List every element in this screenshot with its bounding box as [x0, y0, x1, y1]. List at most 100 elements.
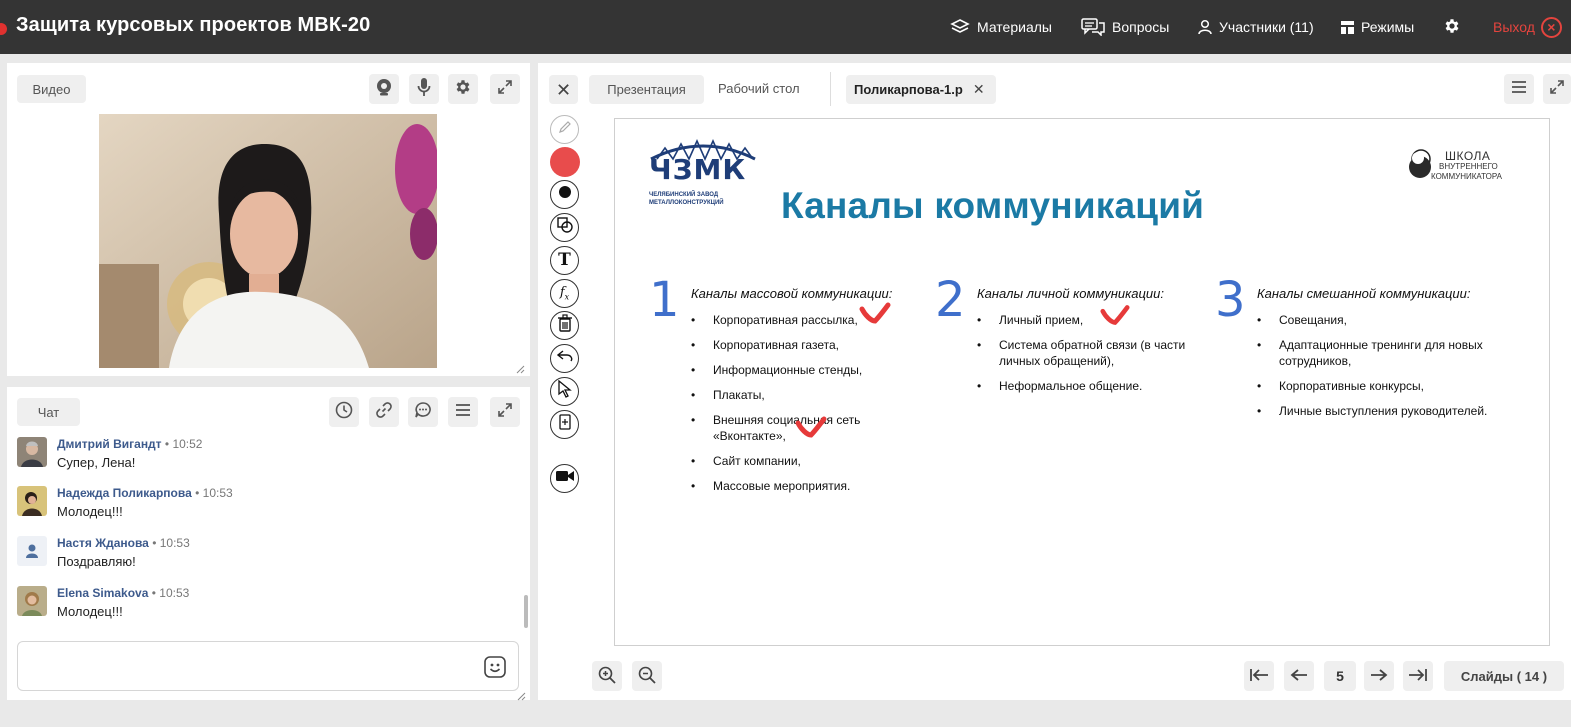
settings-button[interactable] — [1443, 0, 1461, 54]
list-item: Информационные стенды, — [691, 362, 931, 378]
video-settings-button[interactable] — [448, 74, 478, 104]
annotation-check-mark — [859, 302, 891, 324]
chat-message: Надежда Поликарпова • 10:53 Молодец!!! — [17, 486, 507, 526]
channel-list: Личный прием, Система обратной связи (в … — [977, 312, 1217, 403]
chat-link-button[interactable] — [369, 397, 399, 427]
video-camera-icon — [555, 469, 575, 488]
delete-tool[interactable] — [550, 311, 579, 340]
modes-button[interactable]: Режимы — [1341, 0, 1414, 54]
chat-message: Elena Simakova • 10:53 Молодец!!! — [17, 586, 507, 626]
page-plus-icon — [558, 414, 571, 435]
brush-size-tool[interactable] — [550, 180, 579, 209]
text-tool[interactable]: T — [550, 246, 579, 275]
first-slide-button[interactable] — [1244, 661, 1274, 691]
avatar — [17, 536, 47, 566]
webcam-icon — [375, 78, 393, 101]
slide-canvas[interactable]: ЧЗМК ЧЕЛЯБИНСКИЙ ЗАВОД МЕТАЛЛОКОНСТРУКЦИ… — [614, 118, 1550, 646]
list-item: Массовые мероприятия. — [691, 478, 931, 494]
resize-handle-icon[interactable] — [515, 361, 525, 379]
zoom-in-button[interactable] — [592, 661, 622, 691]
tab-chat[interactable]: Чат — [17, 398, 80, 426]
expand-icon — [497, 79, 513, 100]
page-title: Защита курсовых проектов МВК-20 — [16, 14, 371, 36]
chzmk-logo: ЧЗМК ЧЕЛЯБИНСКИЙ ЗАВОД МЕТАЛЛОКОНСТРУКЦИ… — [649, 139, 759, 213]
chat-text: Супер, Лена! — [57, 455, 136, 470]
chat-message-list[interactable]: Дмитрий Вигандт • 10:52 Супер, Лена! Над… — [7, 430, 519, 629]
chat-input[interactable] — [17, 641, 519, 691]
pen-tool[interactable] — [550, 115, 579, 144]
questions-button[interactable]: Вопросы — [1081, 0, 1169, 54]
undo-tool[interactable] — [550, 344, 579, 373]
trash-icon — [557, 314, 573, 337]
microphone-icon — [417, 77, 431, 102]
chat-fullscreen-button[interactable] — [490, 397, 520, 427]
close-icon: ✕ — [555, 79, 572, 100]
annotation-check-mark — [1100, 305, 1130, 325]
list-item: Система обратной связи (в части личных о… — [977, 337, 1207, 369]
color-picker-red[interactable] — [550, 147, 580, 177]
emoji-icon[interactable] — [484, 656, 506, 683]
tab-presentation[interactable]: Презентация — [589, 75, 704, 104]
current-slide-number[interactable]: 5 — [1324, 661, 1356, 691]
avatar — [17, 586, 47, 616]
chat-author: Elena Simakova • 10:53 — [57, 586, 190, 600]
hamburger-icon — [1511, 80, 1527, 99]
slides-counter-button[interactable]: Слайды ( 14 ) — [1444, 661, 1564, 691]
tab-desktop[interactable]: Рабочий стол — [718, 81, 800, 96]
resize-handle-icon[interactable] — [516, 688, 526, 706]
skip-last-icon — [1408, 668, 1428, 685]
chat-message: Настя Жданова • 10:53 Поздравляю! — [17, 536, 507, 576]
text-icon: T — [558, 250, 571, 270]
video-camera-tool[interactable] — [550, 464, 579, 493]
next-slide-button[interactable] — [1364, 661, 1394, 691]
slide-title: Каналы коммуникаций — [781, 185, 1205, 226]
add-page-tool[interactable] — [550, 410, 579, 439]
chat-bubbles-icon — [1081, 18, 1105, 36]
list-item: Корпоративная рассылка, — [691, 312, 931, 328]
list-item: Корпоративные конкурсы, — [1257, 378, 1497, 394]
expand-icon — [1549, 79, 1565, 100]
questions-label: Вопросы — [1112, 19, 1170, 35]
user-icon — [1198, 19, 1212, 35]
list-item: Совещания, — [1257, 312, 1497, 328]
list-item: Личные выступления руководителей. — [1257, 403, 1527, 419]
gear-icon — [1443, 17, 1461, 38]
exit-button[interactable]: Выход × — [1493, 0, 1562, 54]
prev-slide-button[interactable] — [1284, 661, 1314, 691]
shapes-tool[interactable] — [550, 213, 579, 242]
skip-first-icon — [1249, 668, 1269, 685]
video-fullscreen-button[interactable] — [490, 74, 520, 104]
speech-bubble-icon — [414, 401, 432, 424]
presentation-menu-button[interactable] — [1504, 74, 1534, 104]
camera-button[interactable] — [369, 74, 399, 104]
chat-menu-button[interactable] — [448, 397, 478, 427]
chat-text: Молодец!!! — [57, 604, 123, 619]
chat-scrollbar[interactable] — [524, 595, 528, 628]
school-logo: ШКОЛА ВНУТРЕННЕГО КОММУНИКАТОРА — [1409, 149, 1529, 189]
participants-button[interactable]: Участники (11) — [1198, 0, 1314, 54]
chat-message: Дмитрий Вигандт • 10:52 Супер, Лена! — [17, 437, 507, 477]
last-slide-button[interactable] — [1403, 661, 1433, 691]
close-icon[interactable]: ✕ — [973, 81, 985, 98]
list-item: Корпоративная газета, — [691, 337, 931, 353]
list-item: Плакаты, — [691, 387, 931, 403]
layout-icon — [1341, 20, 1354, 34]
chat-text: Молодец!!! — [57, 504, 123, 519]
materials-button[interactable]: Материалы — [950, 0, 1052, 54]
tab-file[interactable]: Поликарпова-1.р ✕ — [846, 75, 996, 104]
chat-text: Поздравляю! — [57, 554, 136, 569]
hamburger-icon — [455, 403, 471, 422]
zoom-out-button[interactable] — [632, 661, 662, 691]
materials-label: Материалы — [977, 19, 1052, 35]
microphone-button[interactable] — [409, 74, 439, 104]
pointer-tool[interactable] — [550, 377, 579, 406]
formula-tool[interactable]: fx — [550, 279, 579, 308]
tab-video[interactable]: Видео — [17, 75, 86, 103]
chat-history-button[interactable] — [329, 397, 359, 427]
presentation-fullscreen-button[interactable] — [1543, 74, 1571, 104]
chzmk-logo-subtitle: ЧЕЛЯБИНСКИЙ ЗАВОД МЕТАЛЛОКОНСТРУКЦИЙ — [649, 192, 724, 206]
webcam-video-feed — [99, 114, 437, 368]
avatar — [17, 486, 47, 516]
chat-reactions-button[interactable] — [408, 397, 438, 427]
close-presentation-button[interactable]: ✕ — [549, 75, 578, 104]
